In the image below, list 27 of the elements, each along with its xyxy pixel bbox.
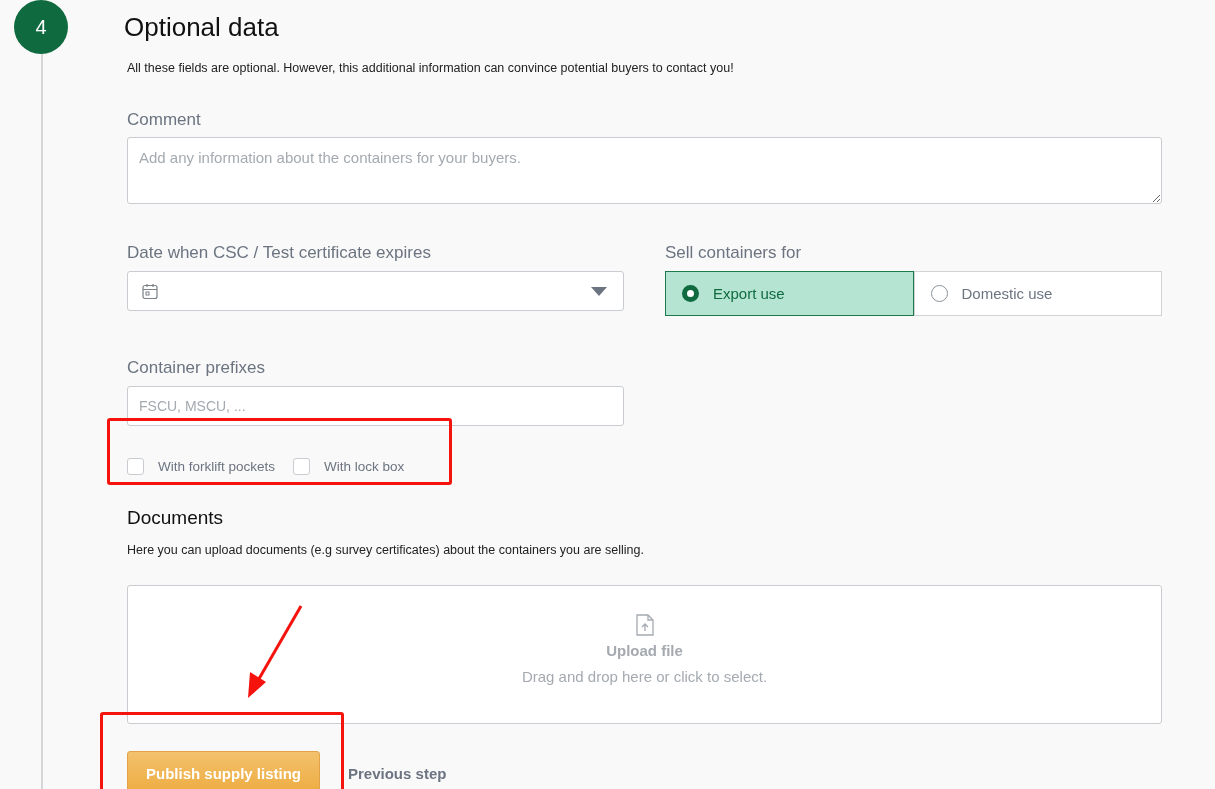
field-label: Sell containers for [665,243,803,263]
field-label: Container prefixes [127,358,266,378]
checkbox-label: With lock box [324,458,405,474]
documents-description: Here you can upload documents (e.g survey certificates) about the containers you are selling. [127,542,645,558]
calendar-icon [142,282,158,300]
checkbox-label: With forklift pockets [158,458,276,474]
upload-dropzone[interactable]: Upload file Drag and drop here or click to select. [127,585,1162,724]
section-title: Optional data [124,11,280,43]
checkbox[interactable] [127,457,144,475]
field-label: Date when CSC / Test certificate expires [127,243,432,263]
file-upload-icon [635,614,654,636]
previous-step-link[interactable]: Previous step [348,765,447,782]
radio-option[interactable]: Export use [665,271,914,316]
prefixes-field[interactable]: FSCU, MSCU, ... [127,386,624,426]
documents-title: Documents [127,506,225,530]
comment-field[interactable]: Add any information about the containers for your buyers. [127,137,1162,204]
field-label: Comment [127,110,202,130]
checkbox[interactable] [293,457,311,475]
step-number: 4 [14,0,68,54]
radio-icon [930,285,948,302]
upload-title: Upload file [606,642,683,659]
upload-hint: Drag and drop here or click to select. [521,668,768,685]
date-picker[interactable] [127,271,624,311]
radio-icon [682,285,699,302]
caret-icon [591,286,607,296]
section-description: All these fields are optional. However, this additional information can convince potential buyers to contact you! [127,60,735,76]
radio-option[interactable]: Domestic use [913,271,1162,316]
